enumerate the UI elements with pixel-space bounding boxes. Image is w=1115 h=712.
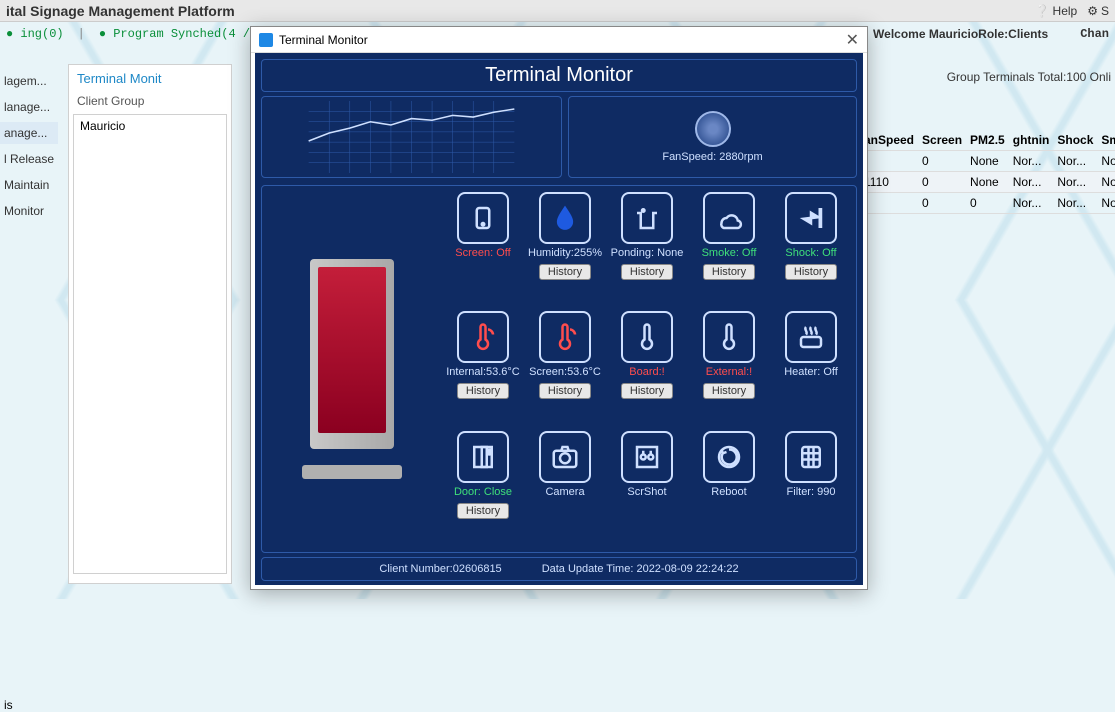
dialog-footer: Client Number:02606815 Data Update Time:… bbox=[261, 557, 857, 581]
app-icon bbox=[259, 33, 273, 47]
client-list[interactable]: Mauricio bbox=[73, 114, 227, 574]
sidebar: lagem... lanage... anage... l Release Ma… bbox=[0, 70, 58, 222]
smoke-icon bbox=[703, 192, 755, 244]
close-button[interactable]: ✕ bbox=[846, 30, 859, 50]
sidebar-item[interactable]: Monitor bbox=[0, 200, 58, 222]
col-header[interactable]: Shock bbox=[1053, 130, 1097, 151]
tile-board-temp: Board:! History bbox=[608, 311, 686, 426]
history-button[interactable]: History bbox=[621, 264, 673, 280]
history-button[interactable]: History bbox=[703, 264, 755, 280]
tile-external-temp: External:! History bbox=[690, 311, 768, 426]
thermometer-icon bbox=[457, 311, 509, 363]
history-button[interactable]: History bbox=[539, 264, 591, 280]
tile-shock: Shock: Off History bbox=[772, 192, 850, 307]
door-icon bbox=[457, 431, 509, 483]
pending-status: ing(0) bbox=[20, 27, 63, 41]
tile-screen-temp: Screen:53.6°C History bbox=[526, 311, 604, 426]
screenshot-icon bbox=[621, 431, 673, 483]
camera-icon bbox=[539, 431, 591, 483]
col-header[interactable]: anSpeed bbox=[860, 130, 918, 151]
group-label: Client Group bbox=[69, 92, 231, 114]
tile-ponding: Ponding: None History bbox=[608, 192, 686, 307]
table-row[interactable]: 00Nor...Nor...Nor... bbox=[860, 193, 1115, 214]
sidebar-item[interactable]: l Release bbox=[0, 148, 58, 170]
synced-status: Program Synched(4 / 4) bbox=[113, 27, 271, 41]
fan-panel: FanSpeed: 2880rpm bbox=[568, 96, 857, 178]
dialog-titlebar[interactable]: Terminal Monitor ✕ bbox=[251, 27, 867, 53]
help-button[interactable]: ❔ Help bbox=[1035, 4, 1078, 18]
thermometer-icon bbox=[703, 311, 755, 363]
history-button[interactable]: History bbox=[539, 383, 591, 399]
thermometer-icon bbox=[621, 311, 673, 363]
client-number: Client Number:02606815 bbox=[379, 563, 501, 575]
client-group-panel: Terminal Monit Client Group Mauricio bbox=[68, 64, 232, 584]
update-time: Data Update Time: 2022-08-09 22:24:22 bbox=[542, 563, 739, 575]
sidebar-item[interactable]: lagem... bbox=[0, 70, 58, 92]
fan-icon bbox=[695, 111, 731, 147]
terminals-table: anSpeed Screen PM2.5 ghtnin Shock Smok 0… bbox=[860, 130, 1115, 214]
tile-screenshot[interactable]: ScrShot bbox=[608, 431, 686, 546]
tile-smoke: Smoke: Off History bbox=[690, 192, 768, 307]
thermometer-icon bbox=[539, 311, 591, 363]
tile-screen-status: Screen: Off bbox=[444, 192, 522, 307]
tile-internal-temp: Internal:53.6°C History bbox=[444, 311, 522, 426]
ponding-icon bbox=[621, 192, 673, 244]
col-header[interactable]: ghtnin bbox=[1009, 130, 1054, 151]
sidebar-item[interactable]: lanage... bbox=[0, 96, 58, 118]
tile-reboot[interactable]: Reboot bbox=[690, 431, 768, 546]
heater-icon bbox=[785, 311, 837, 363]
settings-button[interactable]: ⚙ S bbox=[1087, 4, 1109, 18]
app-titlebar: ital Signage Management Platform ❔ Help … bbox=[0, 0, 1115, 22]
fan-speed-label: FanSpeed: 2880rpm bbox=[662, 151, 762, 163]
table-row[interactable]: 0NoneNor...Nor...Nor... bbox=[860, 151, 1115, 172]
dialog-title: Terminal Monitor bbox=[279, 33, 368, 47]
app-title: ital Signage Management Platform bbox=[6, 3, 235, 19]
client-list-item[interactable]: Mauricio bbox=[80, 119, 220, 133]
tile-heater: Heater: Off bbox=[772, 311, 850, 426]
history-button[interactable]: History bbox=[621, 383, 673, 399]
welcome-text: Welcome MauricioRole:Clients bbox=[873, 27, 1048, 41]
history-button[interactable]: History bbox=[457, 503, 509, 519]
filter-icon bbox=[785, 431, 837, 483]
reboot-icon bbox=[703, 431, 755, 483]
dialog-header: Terminal Monitor bbox=[261, 59, 857, 92]
sidebar-item[interactable]: anage... bbox=[0, 122, 58, 144]
history-button[interactable]: History bbox=[457, 383, 509, 399]
tile-humidity: Humidity:255% History bbox=[526, 192, 604, 307]
table-row[interactable]: 11100NoneNor...Nor...Nor... bbox=[860, 172, 1115, 193]
terminal-monitor-dialog: Terminal Monitor ✕ Terminal Monitor bbox=[250, 26, 868, 590]
screen-icon bbox=[457, 192, 509, 244]
tile-camera[interactable]: Camera bbox=[526, 431, 604, 546]
history-button[interactable]: History bbox=[785, 264, 837, 280]
sidebar-item[interactable]: Maintain bbox=[0, 174, 58, 196]
tile-door: Door: Close History bbox=[444, 431, 522, 546]
device-image bbox=[262, 186, 442, 552]
panel-title: Terminal Monit bbox=[69, 65, 231, 92]
humidity-icon bbox=[539, 192, 591, 244]
sidebar-footer: is bbox=[4, 698, 13, 712]
col-header[interactable]: PM2.5 bbox=[966, 130, 1009, 151]
chan-label: Chan bbox=[1080, 27, 1109, 41]
history-button[interactable]: History bbox=[703, 383, 755, 399]
group-totals: Group Terminals Total:100 Onli bbox=[947, 70, 1111, 84]
shock-icon bbox=[785, 192, 837, 244]
trend-chart bbox=[261, 96, 562, 178]
col-header[interactable]: Smok bbox=[1097, 130, 1115, 151]
col-header[interactable]: Screen bbox=[918, 130, 966, 151]
tile-filter: Filter: 990 bbox=[772, 431, 850, 546]
